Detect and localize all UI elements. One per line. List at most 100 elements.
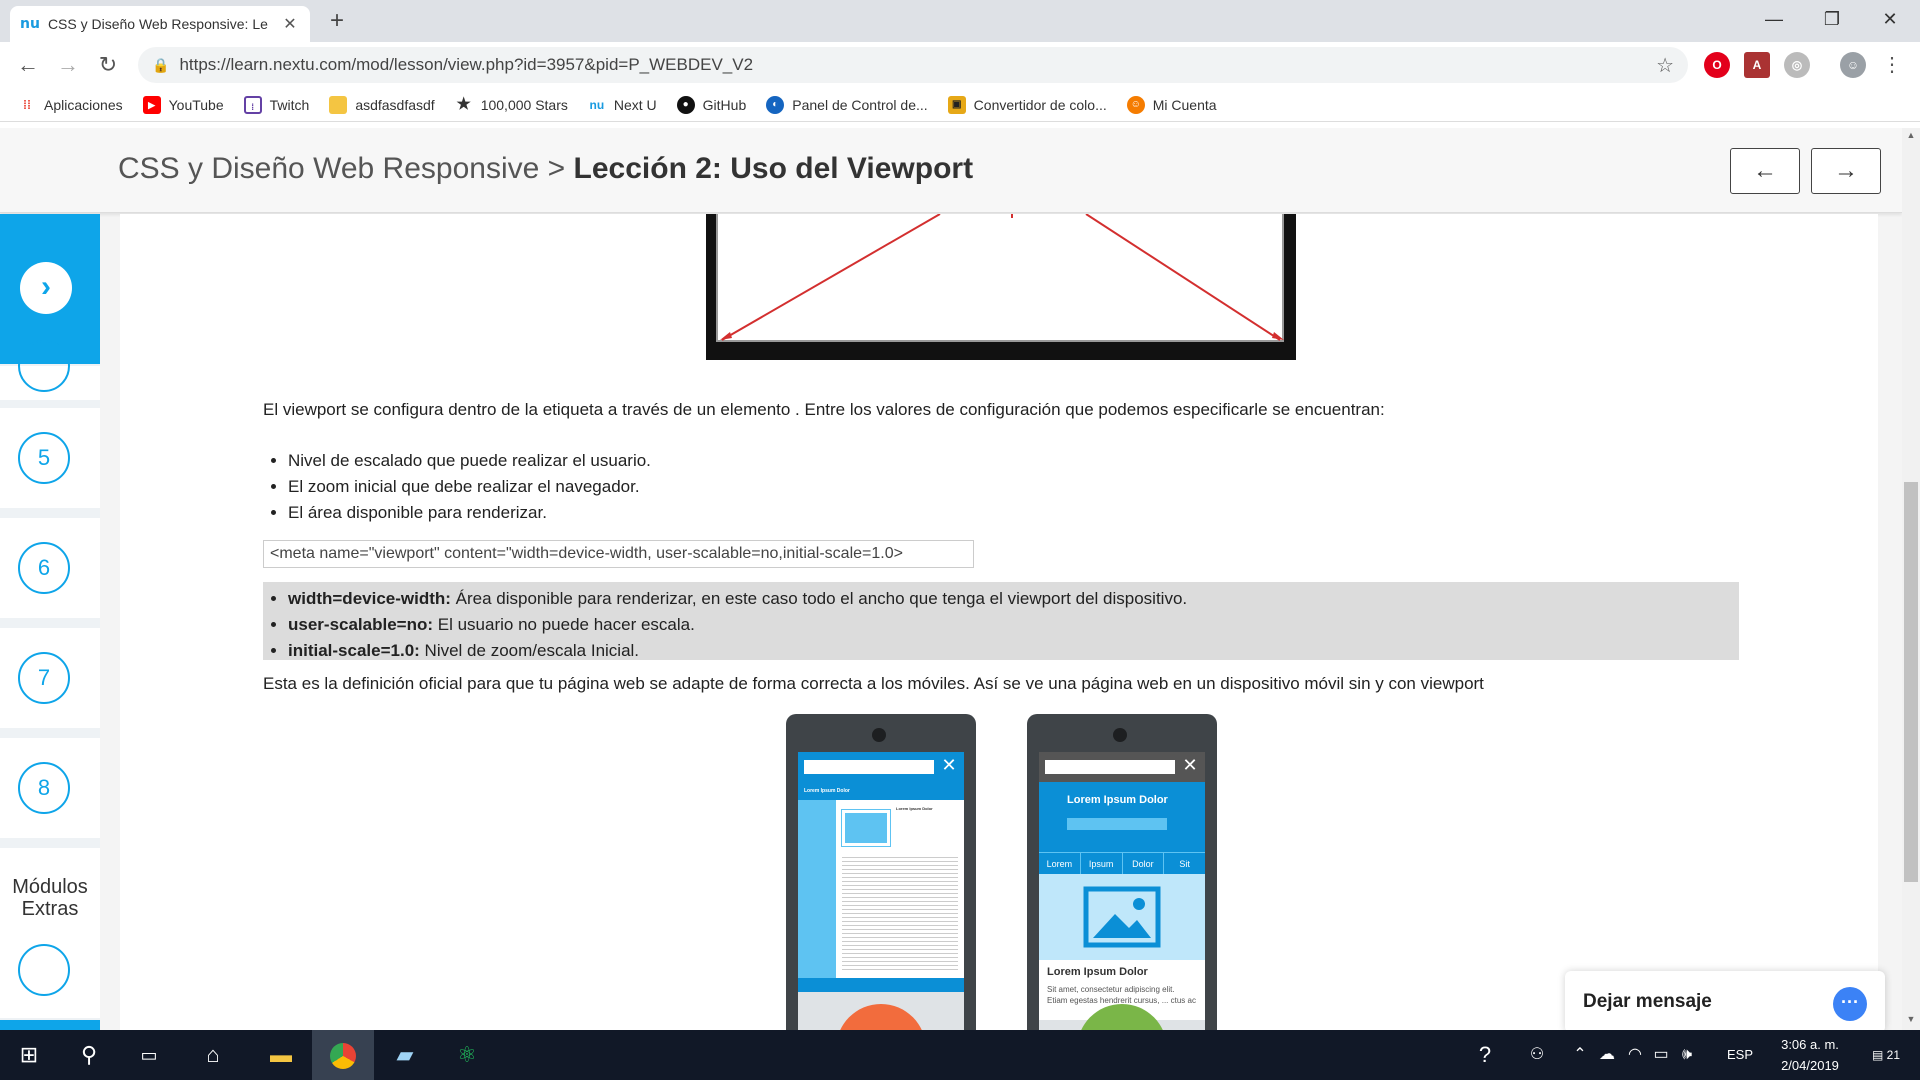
pdf-extension-icon[interactable]: A	[1744, 52, 1770, 78]
reload-button[interactable]: ↻	[92, 49, 124, 81]
modules-extras-label: Módulos Extras	[12, 876, 88, 920]
phone-browser-bar: ✕	[1039, 752, 1205, 782]
phone-side-nav	[798, 800, 836, 978]
battery-icon[interactable]: ▭	[1648, 1030, 1674, 1080]
bookmark-github[interactable]: ● GitHub	[676, 95, 746, 114]
scroll-up-icon[interactable]: ▲	[1904, 130, 1918, 144]
phone-nav-item: Sit	[1179, 859, 1190, 869]
chrome-app-icon[interactable]	[312, 1030, 374, 1080]
lesson-title: Lección 2: Uso del Viewport	[573, 152, 974, 185]
sidebar-modules-extras[interactable]: Módulos Extras	[0, 848, 100, 1018]
sidebar-item-5[interactable]: 5	[0, 408, 100, 508]
volume-icon[interactable]: 🕪	[1674, 1030, 1700, 1080]
notifications-icon[interactable]: ▤ 21	[1866, 1030, 1906, 1080]
bookmark-aplicaciones[interactable]: ⁞⁞ Aplicaciones	[18, 96, 123, 114]
bookmark-next-u[interactable]: nu Next U	[588, 96, 657, 114]
address-bar[interactable]: 🔒 https://learn.nextu.com/mod/lesson/vie…	[138, 47, 1688, 83]
notepad-app-icon[interactable]: ▰	[374, 1030, 436, 1080]
twitch-icon: ⁞	[243, 95, 262, 114]
sidebar-item-7[interactable]: 7	[0, 628, 100, 728]
diagram-arrows	[720, 213, 1284, 341]
course-link[interactable]: CSS y Diseño Web Responsive	[118, 152, 539, 185]
browser-tab[interactable]: nu CSS y Diseño Web Responsive: Le ✕	[10, 6, 310, 42]
forward-button[interactable]: →	[52, 49, 84, 81]
phone-camera	[1113, 728, 1127, 742]
bookmark-youtube[interactable]: ▶ YouTube	[142, 95, 224, 114]
scroll-down-icon[interactable]: ▼	[1904, 1014, 1918, 1028]
no-viewport-badge	[836, 1004, 926, 1030]
next-page-button[interactable]: →	[1811, 148, 1881, 194]
sidebar-item-8[interactable]: 8	[0, 738, 100, 838]
people-icon[interactable]: ⚇	[1522, 1030, 1552, 1080]
language-indicator[interactable]: ESP	[1720, 1030, 1760, 1080]
sidebar-circle-partial	[18, 340, 70, 392]
converter-icon: ▣	[947, 95, 966, 114]
sidebar-item-number: 8	[18, 762, 70, 814]
onedrive-icon[interactable]: ☁	[1594, 1030, 1620, 1080]
folder-icon	[329, 95, 348, 114]
bookmark-twitch[interactable]: ⁞ Twitch	[243, 95, 309, 114]
list-item: Nivel de escalado que puede realizar el …	[288, 448, 651, 474]
phone-browser-bar: ✕	[798, 752, 964, 782]
new-tab-button[interactable]: +	[322, 6, 352, 36]
phone-camera	[872, 728, 886, 742]
file-explorer-icon[interactable]: ▬	[250, 1030, 312, 1080]
store-app-icon[interactable]: ⌂	[188, 1030, 238, 1080]
close-tab-icon[interactable]: ✕	[280, 14, 300, 34]
attributes-block: width=device-width: Área disponible para…	[263, 582, 1739, 660]
phone-header-bar	[1067, 818, 1167, 830]
bookmark-convertidor[interactable]: ▣ Convertidor de colo...	[947, 95, 1107, 114]
apps-grid-icon: ⁞⁞	[23, 97, 31, 112]
phone-article-title: Lorem Ipsum Dolor	[1047, 966, 1148, 978]
back-button[interactable]: ←	[12, 49, 44, 81]
url-text: https://learn.nextu.com/mod/lesson/view.…	[179, 55, 754, 74]
chevron-right-icon[interactable]: ›	[20, 262, 72, 314]
bookmark-star-icon[interactable]: ☆	[1656, 53, 1674, 78]
profile-avatar-icon[interactable]: ☺	[1840, 52, 1866, 78]
phone-without-viewport-image: ✕ Lorem Ipsum Dolor Lorem Ipsum Dolor	[786, 714, 976, 1030]
phone-close-icon: ✕	[941, 755, 957, 775]
image-placeholder-icon	[841, 809, 891, 847]
bookmark-100000-stars[interactable]: ★ 100,000 Stars	[455, 96, 568, 114]
attribute-desc: Área disponible para renderizar, en este…	[450, 589, 1188, 608]
phone-nav-item: Ipsum	[1081, 853, 1123, 874]
close-window-button[interactable]: ✕	[1861, 0, 1919, 40]
task-view-icon[interactable]: ▭	[124, 1030, 174, 1080]
wifi-icon[interactable]: ◠	[1622, 1030, 1648, 1080]
phone-nav: Lorem Ipsum Dolor Sit	[1039, 852, 1205, 874]
opera-extension-icon[interactable]: O	[1704, 52, 1730, 78]
scroll-thumb[interactable]	[1904, 482, 1918, 882]
windows-start-icon[interactable]: ⊞	[4, 1030, 54, 1080]
search-icon[interactable]: ⚲	[64, 1030, 114, 1080]
clock[interactable]: 3:06 a. m. 2/04/2019	[1760, 1034, 1860, 1076]
tab-title: CSS y Diseño Web Responsive: Le	[47, 16, 268, 32]
bookmark-panel-control[interactable]: ◐ Panel de Control de...	[766, 95, 928, 114]
attribute-item: width=device-width: Área disponible para…	[288, 586, 1739, 612]
menu-kebab-icon[interactable]: ⋮	[1882, 52, 1902, 78]
bookmark-mi-cuenta[interactable]: ☺ Mi Cuenta	[1126, 95, 1217, 114]
phone-nav-item: Lorem	[1039, 853, 1081, 874]
modules-extras-circle[interactable]	[18, 944, 70, 996]
lesson-content: El viewport se configura dentro de la et…	[120, 213, 1878, 1030]
phone-page-footer	[798, 978, 964, 992]
attribute-desc: El usuario no puede hacer escala.	[433, 615, 695, 634]
attribute-key: user-scalable=no:	[288, 615, 434, 634]
bookmark-folder[interactable]: asdfasdfasdf	[329, 95, 435, 114]
restore-window-button[interactable]: ❐	[1803, 0, 1861, 40]
meta-code-snippet: <meta name="viewport" content="width=dev…	[263, 540, 974, 568]
help-icon[interactable]: ?	[1468, 1030, 1502, 1080]
tray-expand-icon[interactable]: ⌃	[1570, 1030, 1590, 1080]
lesson-page: CSS y Diseño Web Responsive > Lección 2:…	[0, 128, 1902, 1030]
attribute-item: user-scalable=no: El usuario no puede ha…	[288, 612, 1739, 638]
sidebar-item-6[interactable]: 6	[0, 518, 100, 618]
atom-app-icon[interactable]: ⚛	[436, 1030, 498, 1080]
circle-extension-icon[interactable]: ◎	[1784, 52, 1810, 78]
phone-with-viewport-image: ✕ Lorem Ipsum Dolor Lorem Ipsum Dolor Si…	[1027, 714, 1217, 1030]
diagram-screen	[716, 213, 1284, 342]
chat-bubble-icon[interactable]: ···	[1833, 987, 1867, 1021]
minimize-window-button[interactable]: —	[1745, 0, 1803, 40]
prev-page-button[interactable]: ←	[1730, 148, 1800, 194]
chat-widget[interactable]: Dejar mensaje ···	[1565, 971, 1885, 1030]
youtube-icon: ▶	[142, 95, 161, 114]
phone-article-text: Sit amet, consectetur adipiscing elit. E…	[1047, 985, 1196, 1005]
